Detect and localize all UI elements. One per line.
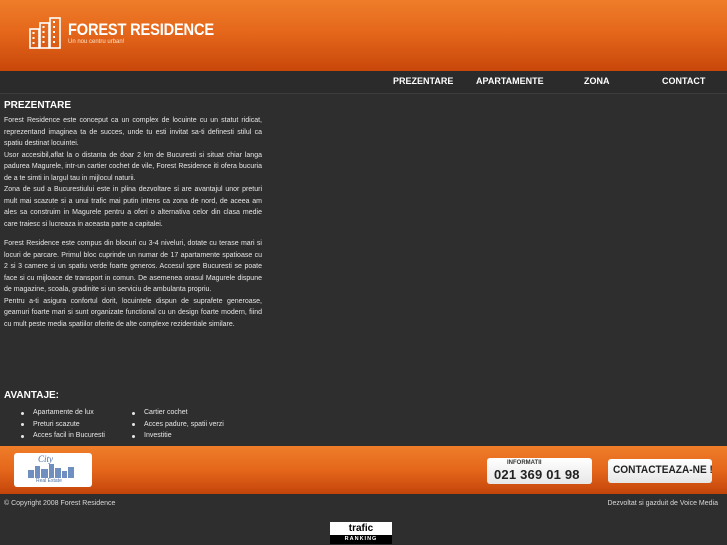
city-real-estate-logo[interactable]: City Real Estate [14, 453, 92, 487]
main-nav: PREZENTARE APARTAMENTE ZONA CONTACT [0, 71, 727, 94]
list-item: Acces facil in Bucuresti [21, 430, 105, 442]
list-item: Investitie [132, 430, 224, 442]
phone-info-box[interactable]: INFORMATII 021 369 01 98 [487, 458, 592, 484]
list-item: Preturi scazute [21, 419, 105, 431]
city-skyline-icon [28, 464, 74, 478]
intro-paragraph: Forest Residence este conceput ca un com… [4, 117, 262, 228]
nav-item-contact[interactable]: CONTACT [662, 76, 705, 86]
trafic-badge-top: trafic [348, 523, 374, 534]
credit-link[interactable]: Dezvoltat si gazduit de Voice Media [607, 500, 718, 507]
logo-title: FOREST RESIDENCE [68, 20, 214, 39]
main-content: PREZENTARE Forest Residence este concepu… [4, 99, 262, 330]
list-item: Acces padure, spatii verzi [132, 419, 224, 431]
header-banner: FOREST RESIDENCE Un nou centru urban! [0, 0, 727, 71]
advantages-title: AVANTAJE: [4, 390, 59, 401]
city-logo-text: City [38, 454, 53, 464]
copyright-text: © Copyright 2008 Forest Residence [4, 500, 116, 507]
nav-item-zona[interactable]: ZONA [584, 76, 610, 86]
details-paragraph: Forest Residence este compus din blocuri… [4, 240, 262, 328]
list-item: Cartier cochet [132, 407, 224, 419]
site-logo[interactable]: FOREST RESIDENCE Un nou centru urban! [28, 15, 228, 55]
nav-item-prezentare[interactable]: PREZENTARE [393, 76, 453, 86]
logo-subtitle: Un nou centru urban! [68, 39, 125, 45]
trafic-badge-bottom: RANKING [330, 535, 392, 544]
contact-button-label: CONTACTEAZA-NE ! [613, 464, 713, 476]
phone-label: INFORMATII [507, 460, 542, 466]
list-item: Apartamente de lux [21, 407, 105, 419]
city-logo-subtitle: Real Estate [36, 478, 62, 484]
advantages-list-left: Apartamente de lux Preturi scazute Acces… [21, 407, 105, 442]
advantages-list-right: Cartier cochet Acces padure, spatii verz… [132, 407, 224, 442]
buildings-icon [29, 17, 61, 49]
phone-number: 021 369 01 98 [494, 467, 580, 482]
page-title: PREZENTARE [4, 100, 72, 111]
contact-button[interactable]: CONTACTEAZA-NE ! [608, 459, 713, 483]
trafic-ranking-badge[interactable]: trafic RANKING [330, 522, 392, 544]
nav-item-apartamente[interactable]: APARTAMENTE [476, 76, 544, 86]
